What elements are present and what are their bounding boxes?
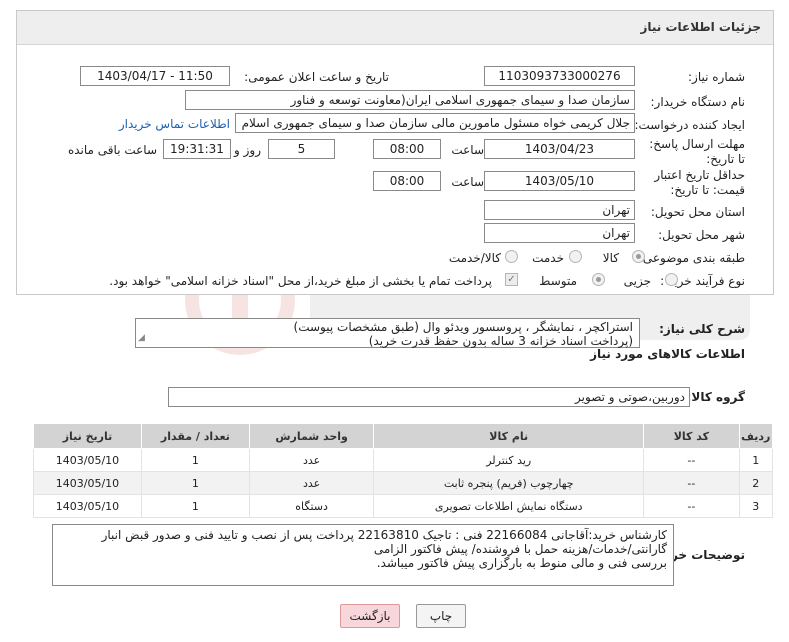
reply-time-label: ساعت — [451, 143, 484, 157]
back-button[interactable]: بازگشت — [340, 604, 400, 628]
col-index: ردیف — [738, 423, 774, 449]
goods-section-title: اطلاعات کالاهای مورد نیاز — [590, 347, 745, 361]
row-index: 1 — [738, 448, 774, 472]
city-label: شهر محل تحویل: — [658, 228, 745, 242]
process-minor-radio[interactable] — [665, 273, 678, 286]
row-name: رید کنترلر — [373, 448, 645, 472]
description-label: شرح کلی نیاز: — [659, 322, 745, 336]
row-code: -- — [643, 471, 740, 495]
remaining-time-field: 19:31:31 — [163, 139, 231, 159]
row-code: -- — [643, 448, 740, 472]
validity-time-field: 08:00 — [373, 171, 441, 191]
col-date: تاریخ نیاز — [33, 423, 142, 449]
buyer-org-label: نام دستگاه خریدار: — [650, 95, 746, 109]
validity-date-field: 1403/05/10 — [484, 171, 635, 191]
panel-title: جزئیات اطلاعات نیاز — [17, 11, 773, 45]
days-field: 5 — [268, 139, 335, 159]
reply-deadline-label: مهلت ارسال پاسخ: تا تاریخ: — [649, 137, 745, 166]
row-index: 3 — [738, 494, 774, 518]
row-date: 1403/05/10 — [33, 471, 142, 495]
category-service-radio[interactable] — [569, 250, 582, 263]
buyer-org-field: سازمان صدا و سیمای جمهوری اسلامی ایران(م… — [185, 90, 635, 110]
announce-field: 1403/04/17 - 11:50 — [80, 66, 230, 86]
creator-field: جلال کریمی خواه مسئول مامورین مالی سازما… — [235, 113, 635, 133]
category-service-label: خدمت — [532, 251, 564, 265]
category-goods-service-radio[interactable] — [505, 250, 518, 263]
category-goods-radio[interactable] — [632, 250, 645, 263]
category-goods-label: کالا — [602, 251, 619, 265]
row-code: -- — [643, 494, 740, 518]
need-number-field: 1103093733000276 — [484, 66, 635, 86]
buyer-notes-textarea[interactable]: کارشناس خرید:آقاجانی 22166084 فنی : تاجی… — [52, 524, 674, 586]
remaining-time-label: ساعت باقی مانده — [67, 143, 157, 157]
city-field: تهران — [484, 223, 635, 243]
reply-date-field: 1403/04/23 — [484, 139, 635, 159]
row-date: 1403/05/10 — [33, 494, 142, 518]
goods-group-label: گروه کالا: — [686, 390, 745, 404]
row-unit: عدد — [248, 448, 375, 472]
table-row: 2 -- چهارچوب (فریم) پنجره ثابت عدد 1 140… — [33, 471, 774, 495]
province-label: استان محل تحویل: — [650, 205, 745, 219]
description-textarea[interactable]: استراکچر ، نمایشگر ، پروسسور ویدئو وال (… — [135, 318, 640, 348]
table-row: 3 -- دستگاه نمایش اطلاعات تصویری دستگاه … — [33, 494, 774, 518]
row-unit: دستگاه — [248, 494, 375, 518]
announce-label: تاریخ و ساعت اعلان عمومی: — [244, 70, 389, 84]
col-qty: تعداد / مقدار — [140, 423, 250, 449]
resize-handle-icon[interactable]: ◢ — [138, 331, 145, 345]
table-header-row: ردیف کد کالا نام کالا واحد شمارش تعداد /… — [33, 423, 774, 449]
goods-group-field: دوربین،صوتی و تصویر — [168, 387, 690, 407]
buyer-notes-line-2: گارانتی/خدمات/هزینه حمل با فروشنده/ پیش … — [373, 542, 667, 556]
row-qty: 1 — [140, 494, 250, 518]
goods-table: ردیف کد کالا نام کالا واحد شمارش تعداد /… — [33, 423, 774, 518]
process-minor-label: جزیی — [623, 274, 651, 288]
days-and-label: روز و — [234, 143, 261, 157]
province-field: تهران — [484, 200, 635, 220]
row-qty: 1 — [140, 471, 250, 495]
row-name: دستگاه نمایش اطلاعات تصویری — [373, 494, 645, 518]
payment-note: پرداخت تمام یا بخشی از مبلغ خرید،از محل … — [109, 274, 492, 288]
col-unit: واحد شمارش — [248, 423, 375, 449]
reply-time-field: 08:00 — [373, 139, 441, 159]
row-name: چهارچوب (فریم) پنجره ثابت — [373, 471, 645, 495]
col-code: کد کالا — [643, 423, 740, 449]
creator-label: ایجاد کننده درخواست: — [634, 118, 745, 132]
buyer-notes-line-3: بررسی فنی و مالی منوط به بارگزاری پیش فا… — [376, 556, 667, 570]
print-button[interactable]: چاپ — [416, 604, 466, 628]
row-index: 2 — [738, 471, 774, 495]
description-line-1: استراکچر ، نمایشگر ، پروسسور ویدئو وال (… — [293, 320, 633, 334]
table-row: 1 -- رید کنترلر عدد 1 1403/05/10 — [33, 448, 774, 472]
row-unit: عدد — [248, 471, 375, 495]
description-line-2: (پرداخت اسناد خزانه 3 ساله بدون حفظ قدرت… — [368, 334, 633, 348]
buyer-notes-line-1: کارشناس خرید:آقاجانی 22166084 فنی : تاجی… — [101, 528, 667, 542]
contact-info-link[interactable]: اطلاعات تماس خریدار — [119, 117, 230, 131]
need-number-label: شماره نیاز: — [688, 70, 745, 84]
islamic-treasury-checkbox[interactable]: ✓ — [505, 273, 518, 286]
col-name: نام کالا — [373, 423, 645, 449]
process-medium-radio[interactable] — [592, 273, 605, 286]
process-medium-label: متوسط — [539, 274, 577, 288]
validity-label: حداقل تاریخ اعتبار قیمت: تا تاریخ: — [654, 168, 745, 197]
category-label: طبقه بندی موضوعی: — [638, 251, 745, 265]
validity-time-label: ساعت — [451, 175, 484, 189]
row-qty: 1 — [140, 448, 250, 472]
category-goods-service-label: کالا/خدمت — [448, 251, 501, 265]
row-date: 1403/05/10 — [33, 448, 142, 472]
